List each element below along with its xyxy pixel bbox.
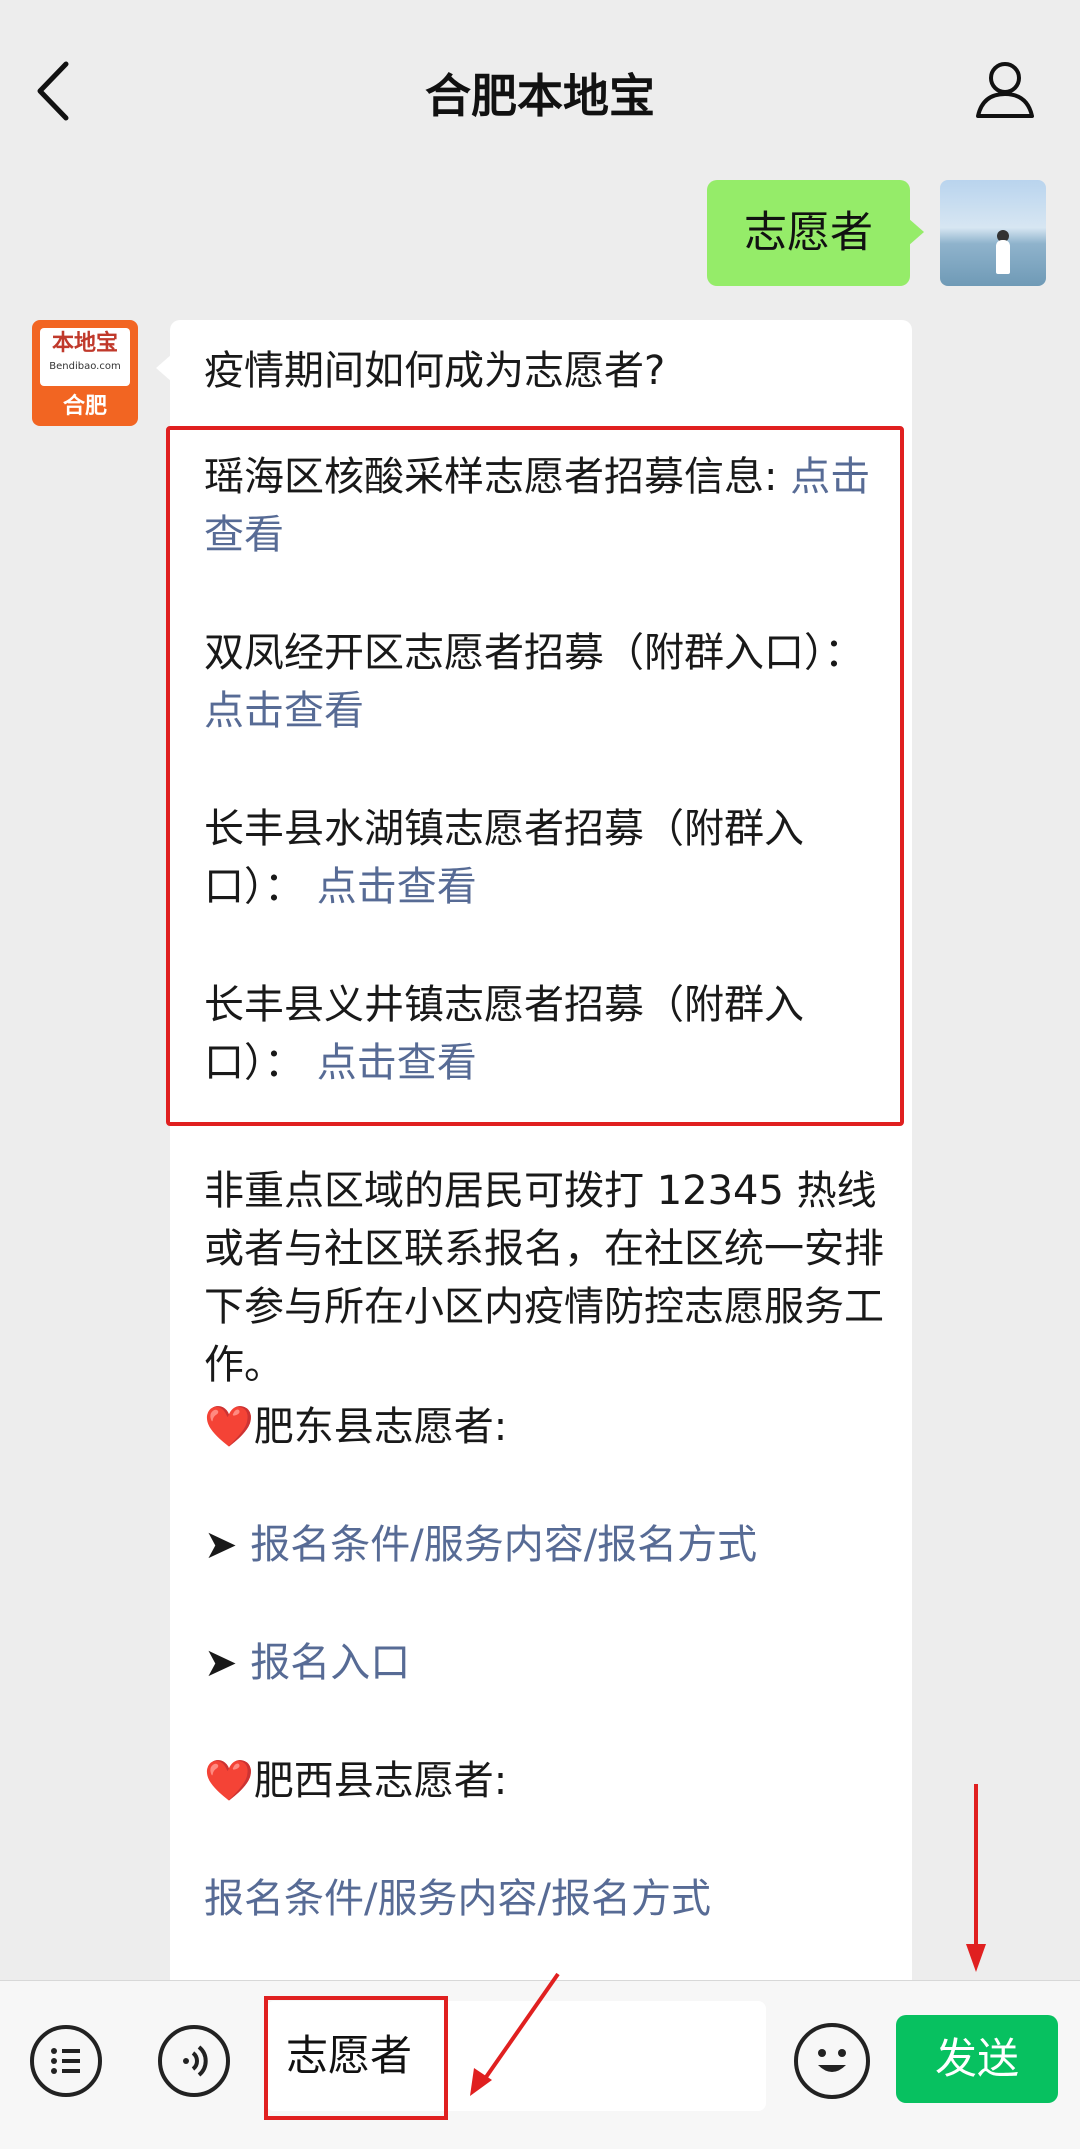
input-bar: 志愿者 发送: [0, 1980, 1080, 2149]
message-item-text: 瑶海区核酸采样志愿者招募信息:: [204, 454, 778, 500]
message-question: 疫情期间如何成为志愿者?: [204, 348, 666, 394]
message-item-4: 长丰县义井镇志愿者招募（附群入口）： 点击查看: [204, 976, 884, 1092]
feixi-link: 报名条件/服务内容/报名方式: [204, 1870, 884, 1928]
nav-header: 合肥本地宝: [0, 0, 1080, 180]
voice-icon: [183, 2045, 208, 2077]
signup-info-link[interactable]: 报名条件/服务内容/报名方式: [250, 1522, 757, 1568]
menu-list-button[interactable]: [30, 2025, 102, 2097]
message-paragraph: 非重点区域的居民可拨打 12345 热线或者与社区联系报名，在社区统一安排下参与…: [204, 1168, 884, 1388]
message-item-text: 长丰县义井镇志愿者招募（附群入口）：: [204, 982, 804, 1086]
signup-info-link[interactable]: 报名条件/服务内容/报名方式: [204, 1876, 711, 1922]
bot-logo-city: 合肥: [62, 394, 107, 419]
section-title-feidong: ❤️肥东县志愿者:: [204, 1404, 508, 1450]
signup-entry-link[interactable]: 报名入口: [250, 1640, 410, 1686]
avatar-figure-body: [996, 240, 1010, 274]
bot-logo: 本地宝 Bendibao.com: [40, 328, 130, 386]
sent-message-bubble[interactable]: 志愿者: [707, 180, 924, 286]
arrow-bullet-icon: ➤: [204, 1522, 238, 1568]
bot-avatar[interactable]: 本地宝 Bendibao.com 合肥: [32, 320, 138, 426]
bot-logo-text: 本地宝: [51, 331, 118, 356]
send-button[interactable]: 发送: [896, 2015, 1058, 2103]
view-link[interactable]: 点击查看: [317, 1040, 477, 1086]
section-title-feixi: ❤️肥西县志愿者:: [204, 1758, 508, 1804]
bot-logo-subtext: Bendibao.com: [49, 361, 121, 372]
view-link[interactable]: 点击查看: [317, 864, 477, 910]
list-icon: [51, 2048, 80, 2074]
message-item-text: 长丰县水湖镇志愿者招募（附群入口）：: [204, 806, 804, 910]
message-item-text: 双凤经开区志愿者招募（附群入口）：: [204, 630, 864, 676]
emoji-button[interactable]: [794, 2023, 870, 2099]
profile-icon[interactable]: [974, 58, 1036, 120]
page-title: 合肥本地宝: [425, 69, 655, 123]
feidong-link-2: ➤ 报名入口: [204, 1634, 884, 1692]
arrow-bullet-icon: ➤: [204, 1640, 238, 1686]
feidong-link-1: ➤ 报名条件/服务内容/报名方式: [204, 1516, 884, 1574]
chat-area[interactable]: 志愿者 本地宝 Bendibao.com 合肥 疫情期间如何成为志愿者? 瑶海区…: [0, 180, 1080, 2040]
message-item-1: 瑶海区核酸采样志愿者招募信息: 点击查看: [204, 448, 884, 564]
received-message-bubble: 疫情期间如何成为志愿者? 瑶海区核酸采样志愿者招募信息: 点击查看 双凤经开区志…: [156, 320, 912, 2040]
user-avatar[interactable]: [940, 180, 1046, 286]
message-item-2: 双凤经开区志愿者招募（附群入口）： 点击查看: [204, 624, 884, 740]
message-item-3: 长丰县水湖镇志愿者招募（附群入口）： 点击查看: [204, 800, 884, 916]
emoji-icon: [818, 2049, 846, 2072]
view-link[interactable]: 点击查看: [204, 688, 364, 734]
annotation-input-box: [264, 1996, 448, 2120]
voice-button[interactable]: [158, 2025, 230, 2097]
